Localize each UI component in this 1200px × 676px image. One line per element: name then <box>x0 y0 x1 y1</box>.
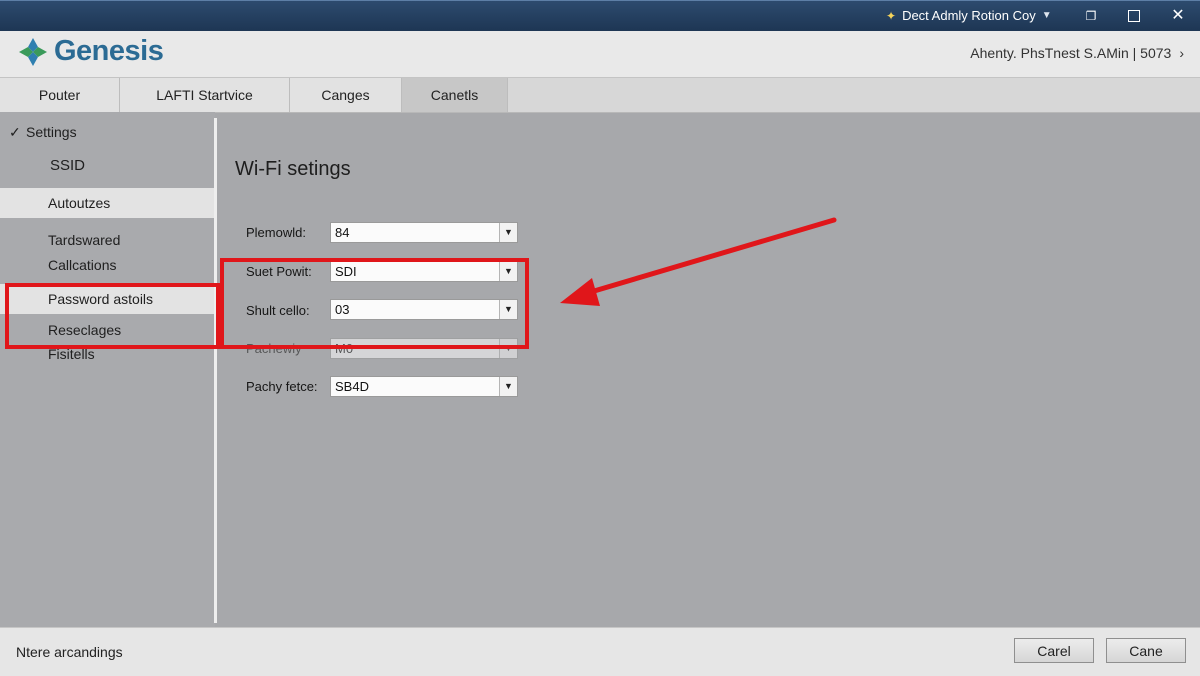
dropdown-arrow-icon[interactable]: ▼ <box>499 223 517 242</box>
tab-lafti-startvice[interactable]: LAFTI Startvice <box>120 78 290 112</box>
tab-canges[interactable]: Canges <box>290 78 402 112</box>
sidebar-item-label: SSID <box>50 157 86 174</box>
close-icon[interactable]: ✕ <box>1168 7 1188 25</box>
maximize-icon[interactable] <box>1124 7 1144 25</box>
cane-button[interactable]: Cane <box>1106 638 1186 663</box>
pachy-fetce-select[interactable]: SB4D ▼ <box>330 376 518 397</box>
window-title: Dect Admly Rotion Coy <box>902 8 1036 23</box>
field-label-pachy-fetce: Pachy fetce: <box>246 379 318 394</box>
chevron-right-icon: › <box>1179 45 1184 61</box>
sidebar-item-callcations[interactable]: Callcations <box>0 257 214 277</box>
plemowld-select[interactable]: 84 ▼ <box>330 222 518 243</box>
sidebar-divider <box>214 118 217 623</box>
annotation-highlight-sidebar <box>5 283 220 349</box>
window-titlebar: ✦ Dect Admly Rotion Coy ▼ ❐ ✕ <box>0 0 1200 32</box>
sidebar-item-tardswared[interactable]: Tardswared <box>0 232 214 252</box>
brand-logo[interactable]: Genesis <box>18 35 164 68</box>
sidebar-item-label: Callcations <box>48 257 117 273</box>
chevron-down-icon[interactable]: ▼ <box>1042 10 1052 21</box>
annotation-arrow-icon <box>560 217 837 306</box>
sidebar-item-ssid[interactable]: SSID <box>0 157 214 179</box>
select-value: 84 <box>335 225 350 240</box>
dropdown-arrow-icon[interactable]: ▼ <box>499 377 517 396</box>
status-text: Ntere arcandings <box>16 644 123 660</box>
account-label: Ahenty. PhsTnest S.AMin | 5073 <box>970 45 1172 61</box>
tab-bar: Pouter LAFTI Startvice Canges Canetls <box>0 77 1200 113</box>
footer-bar: Ntere arcandings Carel Cane <box>0 627 1200 676</box>
sidebar-section-settings[interactable]: ✓ Settings <box>0 124 214 144</box>
window-title-group[interactable]: ✦ Dect Admly Rotion Coy ▼ <box>886 8 1052 23</box>
sidebar-item-fisitells[interactable]: Fisitells <box>0 346 214 366</box>
chevron-down-icon: ✓ <box>9 124 21 140</box>
select-value: SB4D <box>335 379 369 394</box>
sparkle-icon: ✦ <box>886 8 897 23</box>
field-label-plemowld: Plemowld: <box>246 225 306 240</box>
sidebar-item-label: Tardswared <box>48 232 121 248</box>
sidebar-section-label: Settings <box>26 124 77 140</box>
tab-pouter[interactable]: Pouter <box>0 78 120 112</box>
app-header: Genesis Ahenty. PhsTnest S.AMin | 5073 › <box>0 31 1200 77</box>
account-info[interactable]: Ahenty. PhsTnest S.AMin | 5073 › <box>970 45 1184 61</box>
page-title: Wi-Fi setings <box>235 158 351 180</box>
tab-canetls[interactable]: Canetls <box>402 78 508 112</box>
carel-button[interactable]: Carel <box>1014 638 1094 663</box>
sidebar-item-autoutzes[interactable]: Autoutzes <box>0 188 214 218</box>
sidebar-item-label: Autoutzes <box>48 195 111 211</box>
annotation-highlight-fields <box>220 258 529 349</box>
restore-icon[interactable]: ❐ <box>1081 7 1101 25</box>
brand-name: Genesis <box>54 35 164 67</box>
genesis-logo-icon <box>19 37 47 66</box>
sidebar: ✓ Settings SSID Autoutzes Tardswared Cal… <box>0 112 217 627</box>
